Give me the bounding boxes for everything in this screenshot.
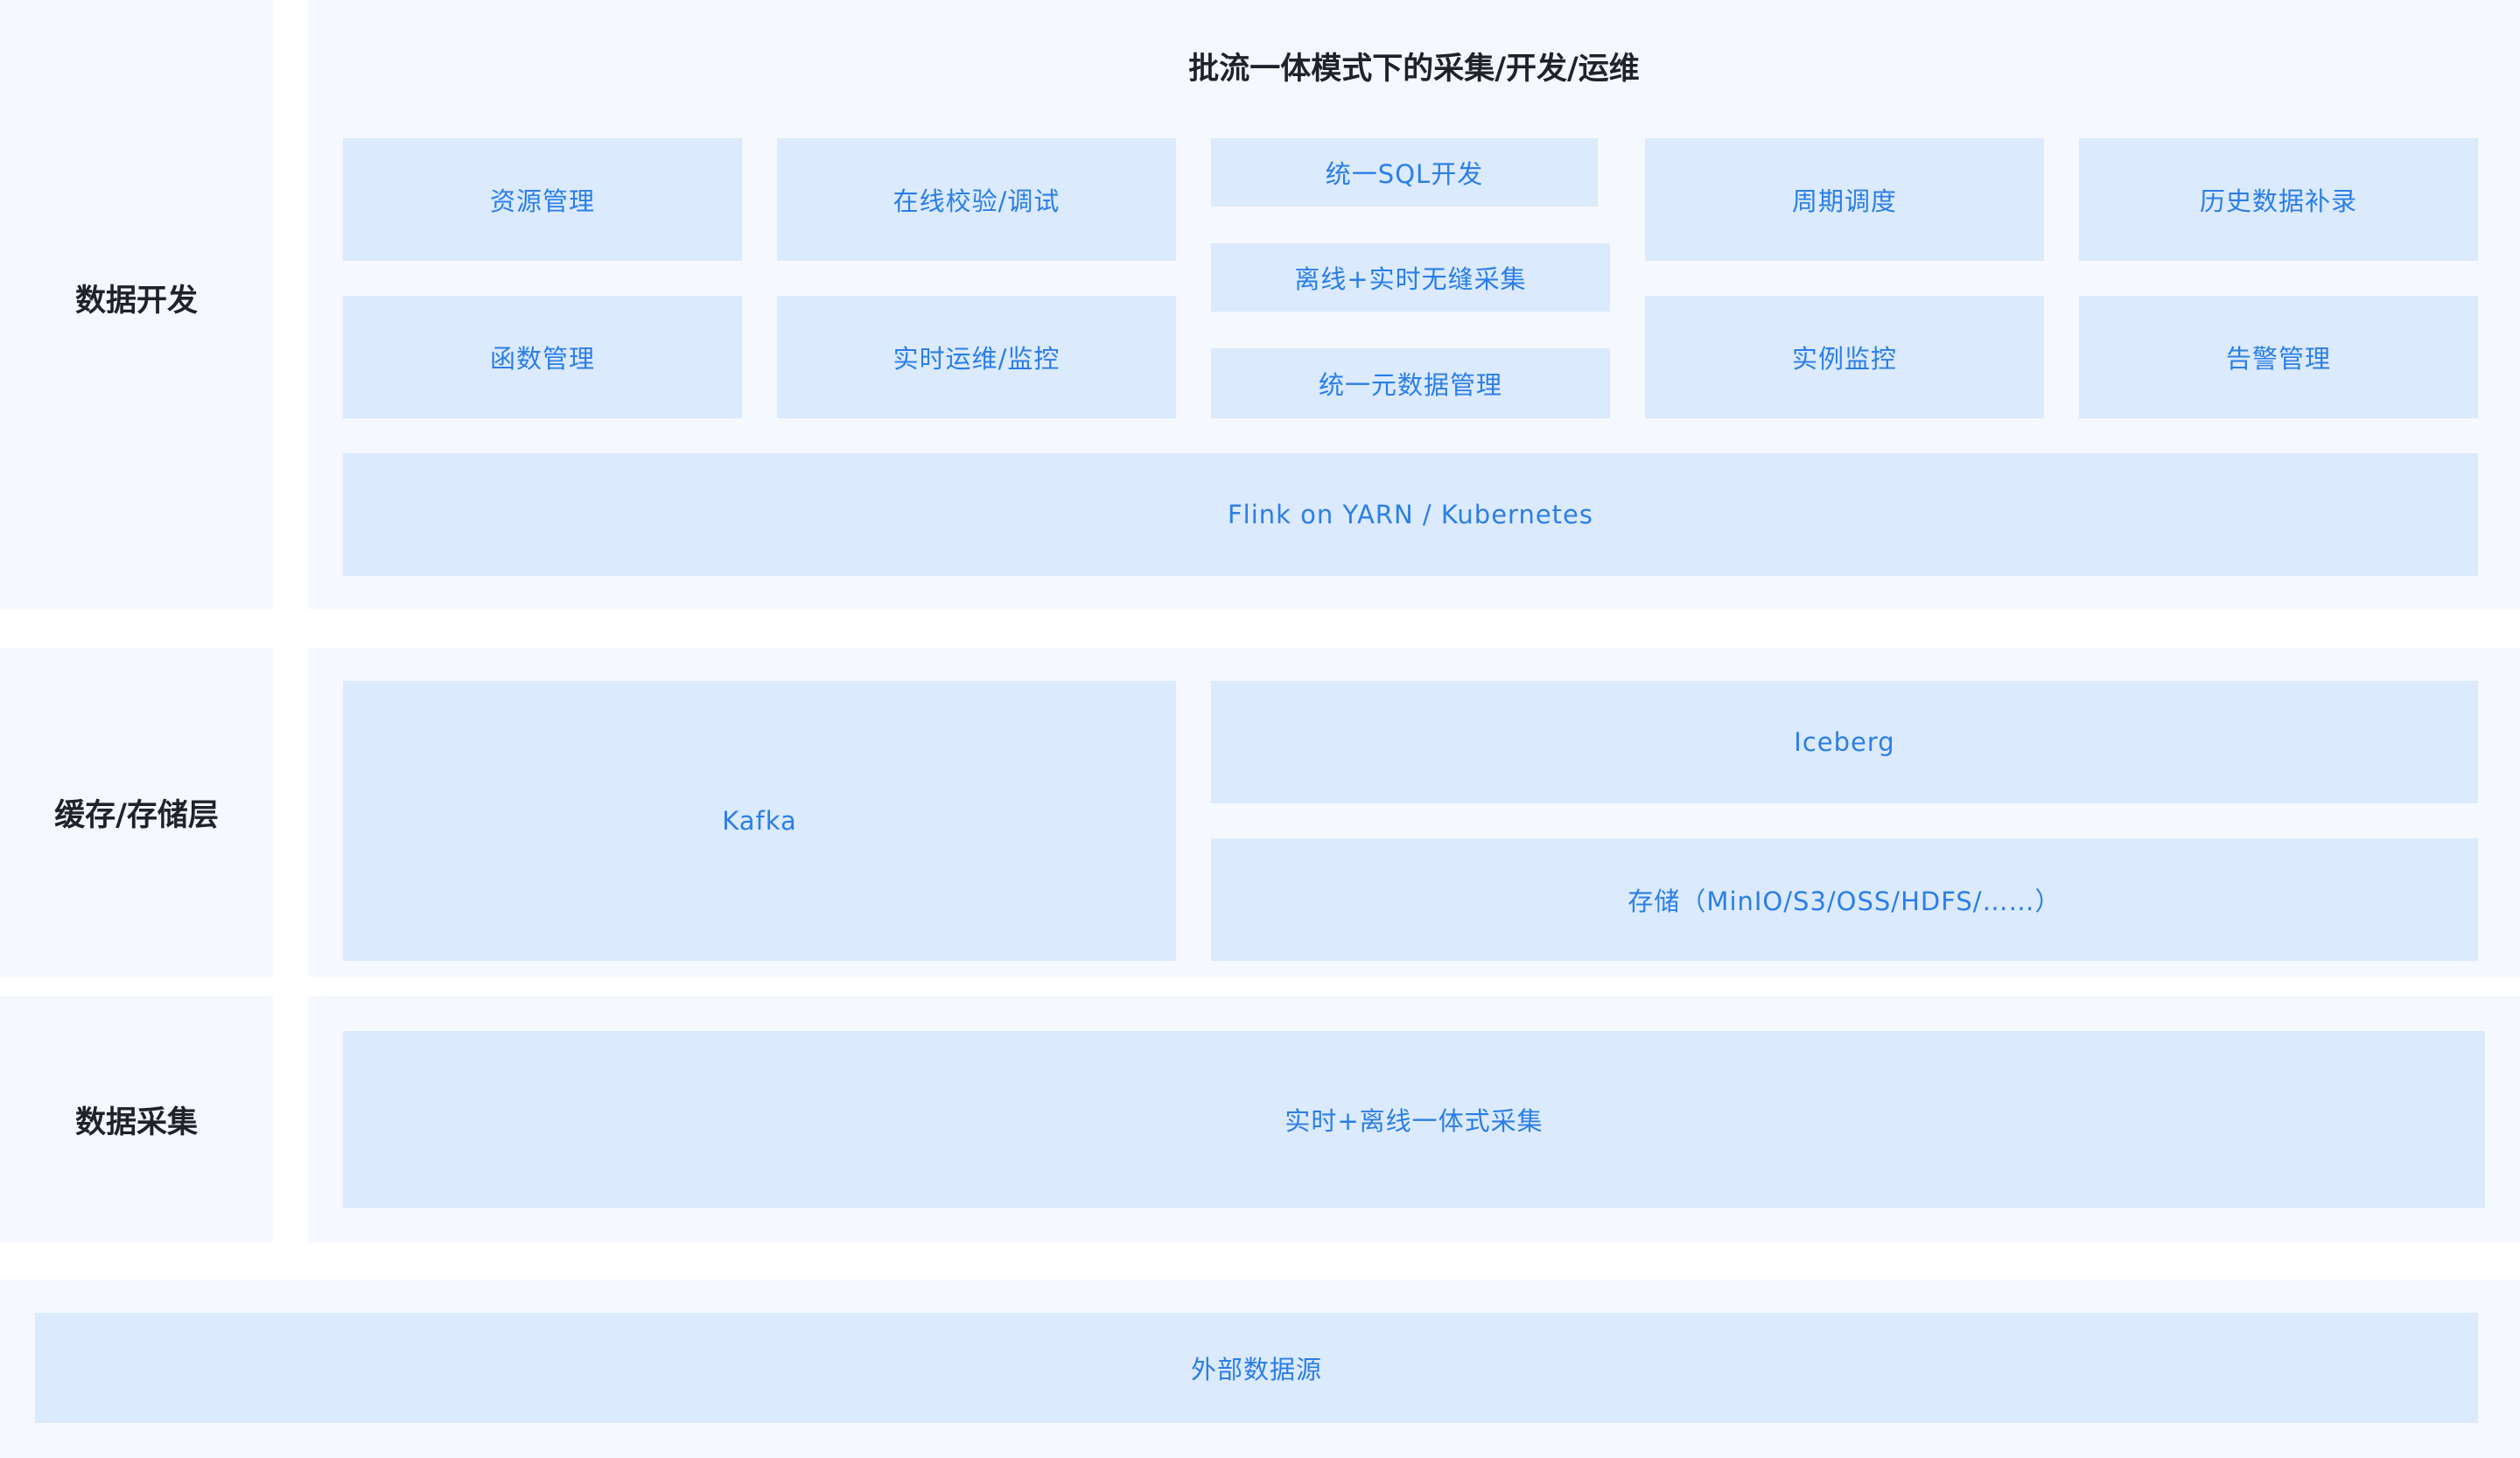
storage-layer-label: 缓存/存储层 <box>54 797 219 833</box>
iceberg-box: Iceberg <box>1211 681 2478 803</box>
dev-layer-label: 数据开发 <box>74 283 198 319</box>
external-source-box: 外部数据源 <box>35 1313 2478 1423</box>
unified-sql-box: 统一SQL开发 <box>1211 138 1598 207</box>
online-validation-box: 在线校验/调试 <box>777 138 1176 261</box>
collect-layer-label: 数据采集 <box>74 1104 198 1140</box>
resource-management-box: 资源管理 <box>343 138 742 261</box>
alert-management-box: 告警管理 <box>2079 296 2478 418</box>
instance-monitor-box: 实例监控 <box>1645 296 2044 418</box>
kafka-box: Kafka <box>343 681 1176 961</box>
realtime-ops-box: 实时运维/监控 <box>777 296 1176 418</box>
storage-backend-box: 存储（MinIO/S3/OSS/HDFS/……） <box>1211 838 2478 961</box>
unified-collect-box: 实时+离线一体式采集 <box>343 1031 2485 1208</box>
periodic-schedule-box: 周期调度 <box>1645 138 2044 261</box>
function-management-box: 函数管理 <box>343 296 742 418</box>
unified-metadata-box: 统一元数据管理 <box>1211 348 1610 418</box>
flink-runtime-box: Flink on YARN / Kubernetes <box>343 453 2478 576</box>
history-backfill-box: 历史数据补录 <box>2079 138 2478 261</box>
offline-realtime-collect-box: 离线+实时无缝采集 <box>1211 243 1610 312</box>
dev-layer-title: 批流一体模式下的采集/开发/运维 <box>1188 51 1640 87</box>
